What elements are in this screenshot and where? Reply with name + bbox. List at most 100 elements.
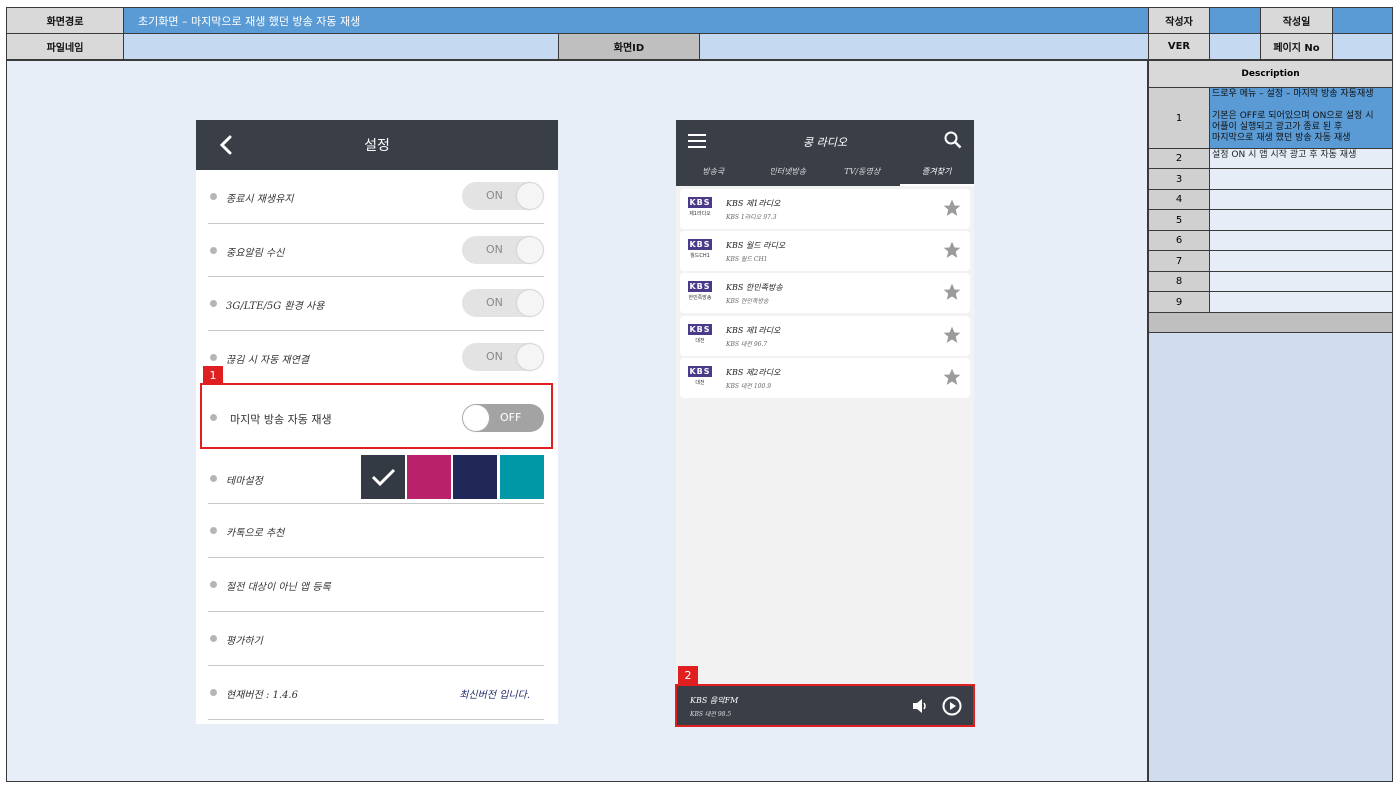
back-icon[interactable]: [216, 134, 238, 156]
desc-num: 2: [1149, 149, 1210, 168]
bullet-icon: [210, 354, 217, 361]
toggle-knob: [517, 344, 543, 370]
desc-row: 3: [1149, 169, 1392, 190]
setting-row-version: 현재버전 : 1.4.6 최신버전 입니다.: [208, 666, 544, 720]
desc-row: 9: [1149, 292, 1392, 313]
file-label: 파일네임: [6, 33, 124, 60]
desc-num: 7: [1149, 251, 1210, 271]
theme-swatch-navy[interactable]: [453, 455, 497, 499]
station-freq: KBS 1라디오 97.3: [726, 214, 777, 221]
station-logo: KBS 한민족방송: [688, 281, 712, 301]
desc-num: 6: [1149, 231, 1210, 250]
setting-label: 카톡으로 추천: [226, 528, 285, 539]
station-freq: KBS 월드 CH1: [726, 256, 768, 263]
toggle-knob: [517, 183, 543, 209]
radio-title: 콩 라디오: [803, 136, 847, 149]
toggle-label: ON: [486, 243, 503, 256]
setting-label: 평가하기: [226, 636, 263, 647]
page-label: 페이지 No: [1260, 33, 1333, 60]
station-item[interactable]: KBS 대전 KBS 제1라디오 KBS 대전 96.7: [680, 316, 970, 356]
desc-footer: [1149, 313, 1392, 333]
setting-label: 끊김 시 자동 재연결: [226, 355, 310, 366]
desc-row: 7: [1149, 251, 1392, 272]
search-icon[interactable]: [944, 131, 962, 149]
setting-row[interactable]: 절전 대상이 아닌 앱 등록: [208, 558, 544, 612]
station-name: KBS 제1라디오: [726, 199, 781, 208]
doc-header: 화면경로 초기화면 – 마지막으로 재생 했던 방송 자동 재생 작성자 작성일…: [6, 7, 1393, 60]
radio-tabs: 방송국 인터넷방송 TV/동영상 즐겨찾기: [676, 166, 974, 186]
station-logo: KBS 대전: [688, 324, 712, 344]
toggle-switch[interactable]: ON: [462, 289, 544, 317]
star-icon[interactable]: [942, 282, 962, 302]
desc-num: 5: [1149, 210, 1210, 230]
star-icon[interactable]: [942, 240, 962, 260]
bullet-icon: [210, 193, 217, 200]
bullet-icon: [210, 247, 217, 254]
annotation-marker: 1: [203, 366, 223, 384]
desc-text: [1210, 251, 1392, 271]
setting-row: 종료시 재생유지 ON: [208, 170, 544, 224]
desc-text: [1210, 292, 1392, 312]
desc-num: 1: [1149, 88, 1210, 148]
bullet-icon: [210, 689, 217, 696]
star-icon[interactable]: [942, 325, 962, 345]
tab-tv[interactable]: TV/동영상: [825, 166, 900, 186]
setting-row: 끊김 시 자동 재연결 ON: [208, 331, 544, 384]
desc-row: 6: [1149, 231, 1392, 251]
kbs-logo: KBS: [688, 366, 712, 377]
tab-favorites[interactable]: 즐겨찾기: [899, 166, 974, 186]
station-freq: KBS 대전 96.7: [726, 341, 768, 348]
desc-row: 2 설정 ON 시 앱 시작 광고 후 자동 재생: [1149, 149, 1392, 169]
logo-sub: 대전: [695, 380, 705, 386]
toggle-switch[interactable]: ON: [462, 236, 544, 264]
star-icon[interactable]: [942, 198, 962, 218]
toggle-knob: [517, 237, 543, 263]
radio-screen: 콩 라디오 방송국 인터넷방송 TV/동영상 즐겨찾기 KBS 제1라디오 KBS…: [676, 120, 974, 727]
path-value: 초기화면 – 마지막으로 재생 했던 방송 자동 재생: [123, 7, 1149, 34]
theme-swatch-teal[interactable]: [500, 455, 544, 499]
storyboard-canvas: [6, 60, 1148, 782]
desc-num: 4: [1149, 190, 1210, 209]
author-label: 작성자: [1148, 7, 1210, 34]
radio-topbar: 콩 라디오 방송국 인터넷방송 TV/동영상 즐겨찾기: [676, 120, 974, 186]
toggle-switch[interactable]: ON: [462, 182, 544, 210]
bullet-icon: [210, 635, 217, 642]
station-item[interactable]: KBS 한민족방송 KBS 한민족방송 KBS 한민족방송: [680, 273, 970, 313]
ver-label: VER: [1148, 33, 1210, 60]
settings-topbar: 설정: [196, 120, 558, 170]
bullet-icon: [210, 581, 217, 588]
setting-label: 현재버전 : 1.4.6: [226, 690, 298, 701]
date-value: [1332, 7, 1393, 34]
theme-swatch-dark[interactable]: [361, 455, 405, 499]
station-name: KBS 제1라디오: [726, 326, 781, 335]
screen-id-label: 화면ID: [558, 33, 700, 60]
station-item[interactable]: KBS 월드CH1 KBS 월드 라디오 KBS 월드 CH1: [680, 231, 970, 271]
desc-text: 드로우 메뉴 – 설정 – 마지막 방송 자동재생 기본은 OFF로 되어있으며…: [1210, 88, 1392, 148]
setting-label: 3G/LTE/5G 환경 사용: [226, 301, 325, 312]
setting-row[interactable]: 카톡으로 추천: [208, 504, 544, 558]
logo-sub: 제1라디오: [689, 211, 711, 217]
page-value: [1332, 33, 1393, 60]
desc-row: 5: [1149, 210, 1392, 231]
kbs-logo: KBS: [688, 281, 712, 292]
annotation-box: [200, 383, 553, 449]
version-status: 최신버전 입니다.: [459, 690, 530, 701]
tab-internet[interactable]: 인터넷방송: [751, 166, 826, 186]
station-item[interactable]: KBS 대전 KBS 제2라디오 KBS 대전 100.9: [680, 358, 970, 398]
desc-row: 4: [1149, 190, 1392, 210]
setting-label: 절전 대상이 아닌 앱 등록: [226, 582, 331, 593]
star-icon[interactable]: [942, 367, 962, 387]
setting-row[interactable]: 평가하기: [208, 612, 544, 666]
toggle-label: ON: [486, 350, 503, 363]
station-item[interactable]: KBS 제1라디오 KBS 제1라디오 KBS 1라디오 97.3: [680, 189, 970, 229]
desc-num: 3: [1149, 169, 1210, 189]
tab-stations[interactable]: 방송국: [676, 166, 751, 186]
settings-title: 설정: [364, 138, 390, 154]
desc-text: [1210, 231, 1392, 250]
station-name: KBS 한민족방송: [726, 283, 783, 292]
toggle-switch[interactable]: ON: [462, 343, 544, 371]
setting-row-theme: 테마설정: [208, 450, 544, 504]
desc-text: [1210, 169, 1392, 189]
theme-swatch-magenta[interactable]: [407, 455, 451, 499]
station-logo: KBS 월드CH1: [688, 239, 712, 259]
